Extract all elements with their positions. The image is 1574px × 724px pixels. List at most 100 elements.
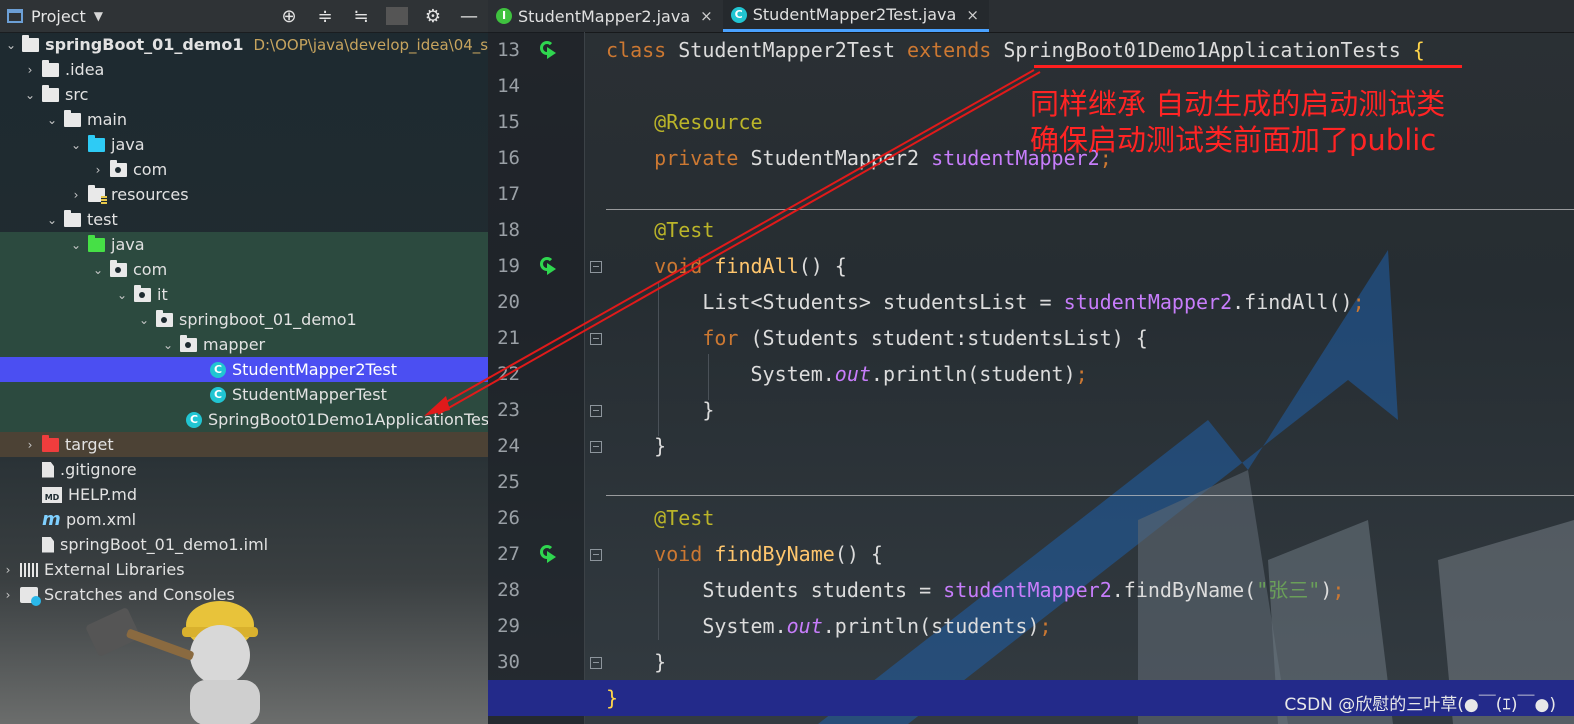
locate-icon[interactable]: ⊕ (278, 6, 300, 27)
tree-item-label: com (133, 160, 168, 179)
gear-icon[interactable]: ⚙ (422, 6, 444, 27)
class-icon: C (186, 411, 202, 428)
tree-item-label: main (87, 110, 127, 129)
class-icon: C (210, 361, 226, 378)
tree-item-it[interactable]: ⌄ it (0, 282, 488, 307)
line-number: 27 (497, 543, 520, 565)
tree-item-help-md[interactable]: › MD HELP.md (0, 482, 488, 507)
project-window-icon (7, 9, 23, 23)
tab-studentmapper2test[interactable]: C StudentMapper2Test.java × (722, 0, 989, 32)
project-toolbar: ⊕ ≑ ≒ ⚙ — (278, 0, 480, 32)
line-number: 21 (497, 327, 520, 349)
fold-icon[interactable] (590, 333, 602, 345)
line-number: 19 (497, 255, 520, 277)
module-folder-icon (22, 34, 40, 52)
package-icon (110, 259, 127, 277)
module-path: D:\OOP\java\develop_idea\04_sp (253, 35, 488, 54)
fold-icon[interactable] (590, 405, 602, 417)
line-number: 16 (497, 147, 520, 169)
chevron-down-icon[interactable]: ⌄ (162, 338, 174, 352)
tree-item-label: java (111, 135, 145, 154)
chevron-right-icon[interactable]: › (24, 63, 36, 77)
tree-item-main-java[interactable]: ⌄ java (0, 132, 488, 157)
chevron-right-icon[interactable]: › (2, 563, 14, 577)
source-folder-icon (88, 134, 105, 152)
interface-icon: I (496, 8, 512, 24)
line-number: 20 (497, 291, 520, 313)
chevron-right-icon[interactable]: › (92, 163, 104, 177)
tree-item-target[interactable]: › target (0, 432, 488, 457)
tree-item-module[interactable]: ⌄ springBoot_01_demo1 D:\OOP\java\develo… (0, 32, 488, 57)
tree-item-iml[interactable]: › springBoot_01_demo1.iml (0, 532, 488, 557)
tree-item-studentmapper2test[interactable]: › C StudentMapper2Test (0, 357, 488, 382)
chevron-down-icon[interactable]: ⌄ (46, 113, 58, 127)
tab-label: StudentMapper2.java (518, 6, 691, 26)
expand-all-icon[interactable]: ≑ (314, 6, 336, 27)
close-icon[interactable]: × (966, 6, 979, 24)
editor-tab-bar: I StudentMapper2.java × C StudentMapper2… (488, 0, 1574, 33)
chevron-down-icon[interactable]: ⌄ (138, 313, 150, 327)
chevron-down-icon[interactable]: ⌄ (70, 238, 82, 252)
chevron-down-icon[interactable]: ⌄ (6, 38, 16, 52)
project-panel: Project ▼ ⊕ ≑ ≒ ⚙ — ⌄ springBoot_01_demo… (0, 0, 488, 724)
collapse-all-icon[interactable]: ≒ (350, 6, 372, 27)
line-number: 23 (497, 399, 520, 421)
chevron-right-icon[interactable]: › (70, 188, 82, 202)
tree-item-test-com[interactable]: ⌄ com (0, 257, 488, 282)
folder-icon (42, 84, 59, 102)
chevron-down-icon[interactable]: ▼ (94, 9, 103, 23)
run-test-icon[interactable] (540, 257, 558, 275)
tree-item-test[interactable]: ⌄ test (0, 207, 488, 232)
tree-item-resources[interactable]: › resources (0, 182, 488, 207)
chevron-down-icon[interactable]: ⌄ (116, 288, 128, 302)
tree-item-label: springBoot_01_demo1 (45, 35, 244, 54)
line-number: 29 (497, 615, 520, 637)
chevron-down-icon[interactable]: ⌄ (70, 138, 82, 152)
tree-item-studentmappertest[interactable]: › C StudentMapperTest (0, 382, 488, 407)
line-number: 26 (497, 507, 520, 529)
project-view-title[interactable]: Project (31, 7, 86, 26)
chevron-right-icon[interactable]: › (24, 438, 36, 452)
fold-icon[interactable] (590, 657, 602, 669)
line-number: 30 (497, 651, 520, 673)
tree-item-external-libraries[interactable]: › External Libraries (0, 557, 488, 582)
chevron-down-icon[interactable]: ⌄ (92, 263, 104, 277)
hide-icon[interactable]: — (458, 6, 480, 27)
tree-item-springboot-package[interactable]: ⌄ springboot_01_demo1 (0, 307, 488, 332)
chevron-right-icon[interactable]: › (2, 588, 14, 602)
line-number: 28 (497, 579, 520, 601)
excluded-folder-icon (42, 434, 59, 452)
run-test-icon[interactable] (540, 545, 558, 563)
tree-item-mapper[interactable]: ⌄ mapper (0, 332, 488, 357)
run-test-icon[interactable] (540, 41, 558, 59)
code-line-28: Students students = studentMapper2.findB… (606, 578, 1345, 602)
tree-item-main[interactable]: ⌄ main (0, 107, 488, 132)
tree-item-src[interactable]: ⌄ src (0, 82, 488, 107)
fold-icon[interactable] (590, 261, 602, 273)
tree-item-main-com[interactable]: › com (0, 157, 488, 182)
line-number: 14 (497, 75, 520, 97)
background-worker-figure (86, 601, 260, 724)
code-line-13: class StudentMapper2Test extends SpringB… (606, 38, 1425, 62)
tab-label: StudentMapper2Test.java (752, 5, 957, 24)
resources-folder-icon (88, 184, 107, 204)
code-line-24: } (606, 434, 667, 458)
folder-icon (64, 109, 81, 127)
fold-icon[interactable] (590, 441, 602, 453)
tab-studentmapper2[interactable]: I StudentMapper2.java × (488, 0, 723, 32)
fold-icon[interactable] (590, 549, 602, 561)
tree-item-gitignore[interactable]: › .gitignore (0, 457, 488, 482)
chevron-down-icon[interactable]: ⌄ (24, 88, 36, 102)
tree-item-idea[interactable]: › .idea (0, 57, 488, 82)
tree-item-test-java[interactable]: ⌄ java (0, 232, 488, 257)
close-icon[interactable]: × (700, 7, 713, 25)
package-icon (180, 334, 197, 352)
chevron-down-icon[interactable]: ⌄ (46, 213, 58, 227)
tree-item-pom[interactable]: › m pom.xml (0, 507, 488, 532)
test-source-folder-icon (88, 234, 105, 252)
tree-item-applicationtests[interactable]: › C SpringBoot01Demo1ApplicationTests (0, 407, 488, 432)
scratches-icon (20, 586, 41, 606)
tree-item-label: target (65, 435, 114, 454)
code-line-21: for (Students student:studentsList) { (702, 326, 1148, 350)
